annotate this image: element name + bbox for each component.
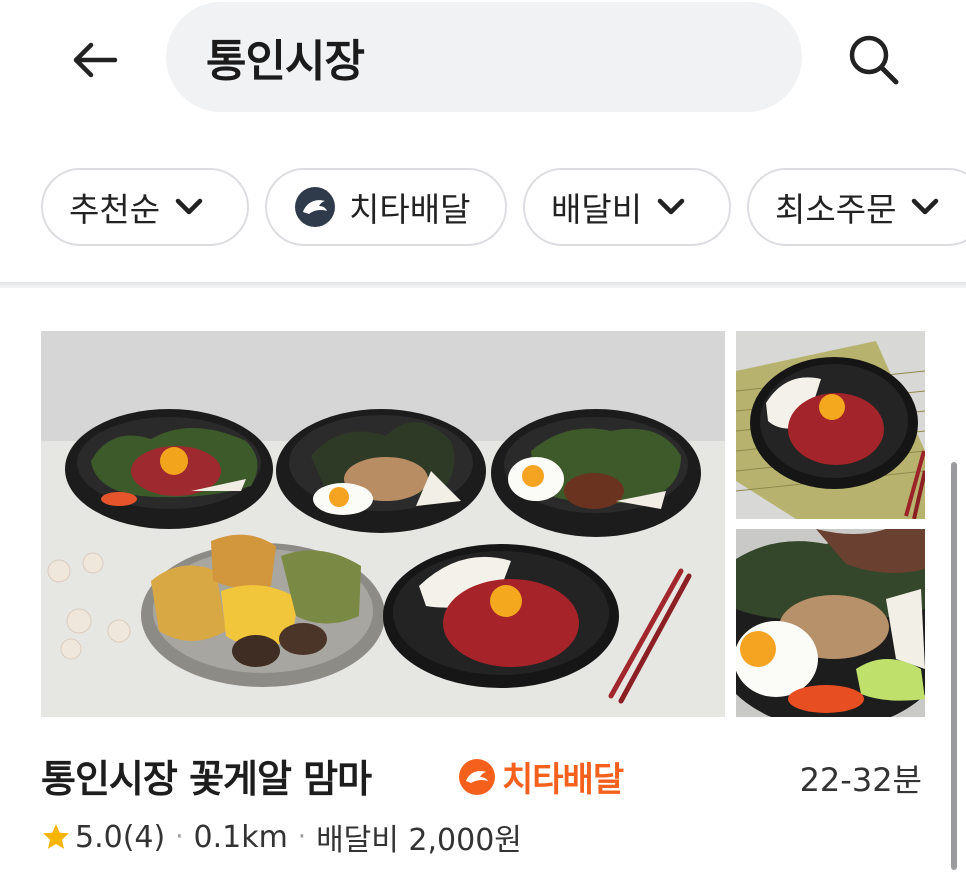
store-side-photo-1[interactable]: [736, 331, 925, 519]
store-main-photo[interactable]: [41, 331, 725, 717]
star-icon: [41, 822, 71, 852]
chevron-down-icon: [656, 197, 686, 217]
search-results-page: 통인시장 추천순 치타배달 배달비 최소주문 통인시장 꽃게알 맘마 치타배달 …: [0, 0, 966, 873]
search-button[interactable]: [838, 26, 908, 92]
delivery-fee: 배달비 2,000원: [316, 823, 522, 858]
filter-delivery-fee-chip[interactable]: 배달비: [523, 168, 731, 246]
rating-value: 5.0: [75, 819, 123, 855]
separator-dot: ·: [297, 822, 307, 852]
store-side-photo-2[interactable]: [736, 529, 925, 717]
filter-min-order-chip[interactable]: 최소주문: [747, 168, 966, 246]
cheetah-logo-icon: [459, 758, 495, 795]
filter-min-order-label: 최소주문: [775, 190, 897, 229]
delivery-time: 22-32분: [799, 761, 922, 799]
filter-cheetah-label: 치타배달: [349, 190, 471, 229]
store-name[interactable]: 통인시장 꽃게알 맘마: [41, 748, 372, 803]
cheetah-delivery-badge: 치타배달: [458, 752, 624, 801]
search-input[interactable]: 통인시장: [166, 2, 802, 112]
section-divider: [0, 282, 966, 288]
search-icon: [849, 35, 899, 85]
chevron-down-icon: [174, 197, 204, 217]
cheetah-badge-label: 치타배달: [502, 760, 624, 800]
store-meta: 5.0 (4) · 0.1km · 배달비 2,000원: [41, 815, 522, 859]
filter-bar: 추천순 치타배달 배달비 최소주문: [0, 168, 966, 248]
distance: 0.1km: [193, 819, 288, 855]
cheetah-logo-icon: [293, 185, 337, 229]
back-button[interactable]: [62, 30, 128, 90]
filter-sort-chip[interactable]: 추천순: [41, 168, 249, 246]
separator-dot: ·: [175, 822, 184, 852]
review-count: (4): [122, 819, 166, 855]
header: 통인시장: [0, 0, 966, 120]
arrow-left-icon: [73, 42, 118, 78]
filter-sort-label: 추천순: [69, 190, 161, 229]
filter-delivery-fee-label: 배달비: [551, 190, 643, 229]
chevron-down-icon: [910, 197, 940, 217]
search-query-text: 통인시장: [206, 36, 365, 87]
scrollbar[interactable]: [951, 462, 957, 870]
filter-cheetah-chip[interactable]: 치타배달: [265, 168, 507, 246]
